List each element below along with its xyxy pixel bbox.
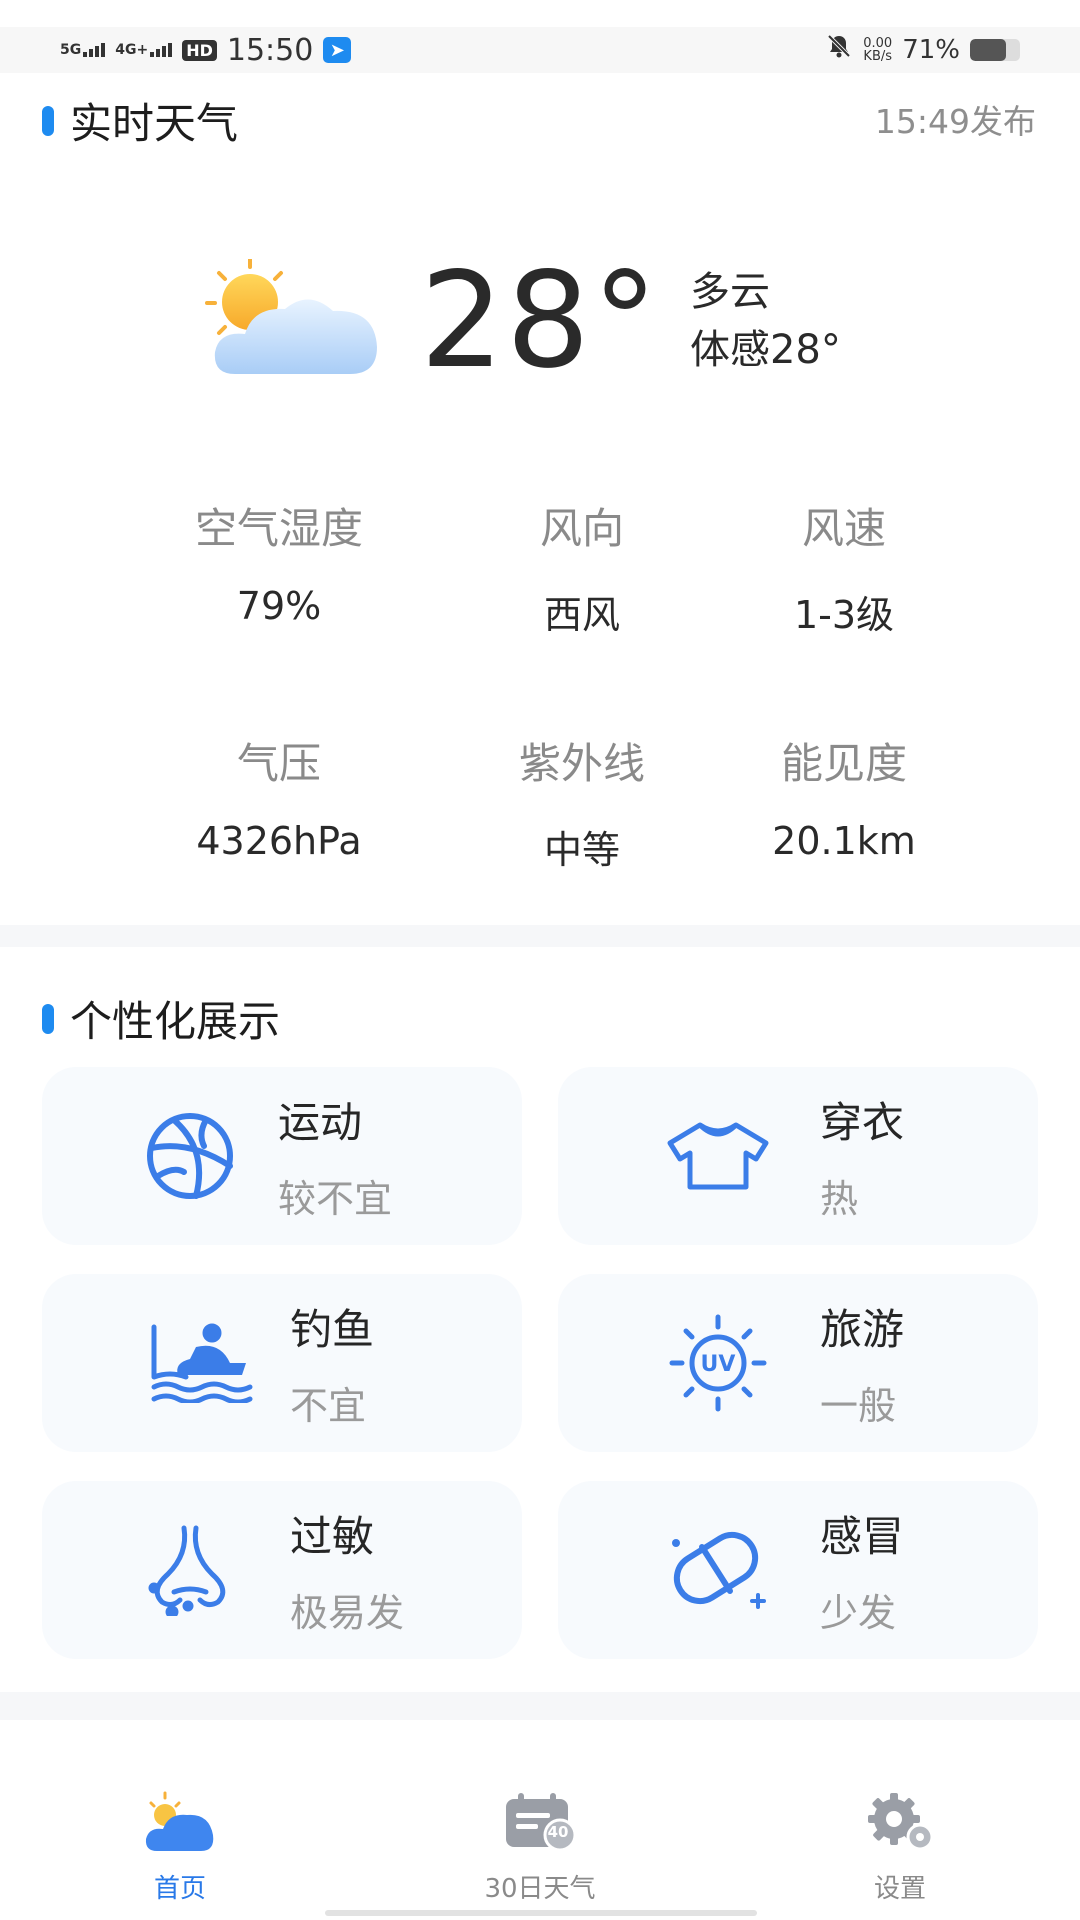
detail-value: 4326hPa: [196, 819, 362, 863]
detail-value: 中等: [543, 828, 620, 872]
mute-bell-icon: [825, 32, 853, 68]
card-text: 旅游 一般: [820, 1296, 904, 1430]
card-allergy[interactable]: 过敏 极易发: [42, 1481, 522, 1659]
card-text: 穿衣 热: [820, 1089, 904, 1223]
card-title: 过敏: [290, 1512, 375, 1561]
card-title: 钓鱼: [290, 1305, 375, 1354]
section-divider: [0, 1692, 1080, 1720]
card-title: 运动: [278, 1098, 363, 1147]
card-subtitle: 一般: [820, 1384, 897, 1428]
calendar-icon: 40: [450, 1782, 630, 1862]
card-subtitle: 极易发: [290, 1591, 405, 1635]
card-clothing[interactable]: 穿衣 热: [558, 1067, 1038, 1245]
realtime-title-text: 实时天气: [70, 99, 239, 148]
svg-text:UV: UV: [701, 1352, 736, 1377]
status-bar: 5G 4G+ HD 15:50 ➤ 0.00 KB/s 71%: [0, 27, 1080, 73]
network-label-2: 4G+: [115, 42, 149, 58]
detail-value: 西风: [543, 593, 620, 637]
card-title: 感冒: [820, 1512, 905, 1561]
temperature: 28°: [420, 244, 660, 398]
app-notification-icon: ➤: [323, 37, 352, 63]
card-subtitle: 较不宜: [278, 1177, 393, 1221]
detail-wind-speed: 风速 1-3级: [714, 495, 974, 639]
current-weather: 28° 多云 体感28°: [205, 255, 841, 387]
detail-label: 能见度: [780, 739, 907, 788]
calendar-badge: 40: [547, 1823, 569, 1841]
network-label-1: 5G: [60, 42, 82, 58]
personal-title-text: 个性化展示: [70, 997, 281, 1046]
card-text: 运动 较不宜: [278, 1089, 392, 1223]
condition-text: 多云: [689, 269, 770, 315]
detail-value: 79%: [236, 584, 322, 628]
fishing-icon: [142, 1303, 262, 1423]
card-text: 钓鱼 不宜: [290, 1296, 374, 1430]
battery-icon: [970, 39, 1020, 61]
detail-pressure: 气压 4326hPa: [149, 730, 409, 863]
condition-block: 多云 体感28°: [690, 263, 841, 379]
card-subtitle: 热: [820, 1177, 859, 1221]
publish-time: 15:49发布: [874, 102, 1036, 141]
network-speed: 0.00 KB/s: [863, 36, 893, 64]
section-divider: [0, 925, 1080, 947]
status-right: 0.00 KB/s 71%: [825, 32, 1020, 68]
detail-uv: 紫外线 中等: [452, 730, 712, 874]
signal-4g-icon: 4G+: [115, 42, 173, 58]
card-title: 穿衣: [820, 1098, 905, 1147]
feels-like: 体感28°: [689, 327, 841, 373]
card-subtitle: 不宜: [290, 1384, 367, 1428]
screen: 5G 4G+ HD 15:50 ➤ 0.00 KB/s 71% 实时天气 15:…: [0, 0, 1080, 1920]
status-left: 5G 4G+ HD 15:50 ➤: [60, 32, 352, 68]
nav-label: 设置: [873, 1874, 926, 1904]
nav-label: 30日天气: [484, 1874, 596, 1904]
card-travel[interactable]: UV 旅游 一般: [558, 1274, 1038, 1452]
detail-value: 1-3级: [793, 593, 895, 637]
card-subtitle: 少发: [820, 1591, 897, 1635]
title-accent-bar: [42, 105, 54, 136]
detail-label: 风速: [801, 504, 886, 553]
card-sport[interactable]: 运动 较不宜: [42, 1067, 522, 1245]
card-title: 旅游: [820, 1305, 905, 1354]
nav-home[interactable]: 首页: [90, 1782, 270, 1905]
detail-label: 气压: [236, 739, 321, 788]
personal-section-title: 个性化展示: [42, 988, 280, 1049]
gear-icon: [810, 1782, 990, 1862]
detail-wind-direction: 风向 西风: [452, 495, 712, 639]
detail-label: 风向: [539, 504, 624, 553]
basketball-icon: [130, 1096, 250, 1216]
signal-5g-icon: 5G: [60, 42, 106, 58]
status-time: 15:50: [226, 32, 314, 68]
card-fishing[interactable]: 钓鱼 不宜: [42, 1274, 522, 1452]
detail-humidity: 空气湿度 79%: [149, 495, 409, 628]
battery-percent: 71%: [902, 35, 960, 65]
detail-label: 空气湿度: [194, 504, 363, 553]
hd-icon: HD: [182, 39, 217, 61]
nav-settings[interactable]: 设置: [810, 1782, 990, 1905]
detail-visibility: 能见度 20.1km: [714, 730, 974, 863]
card-text: 过敏 极易发: [290, 1503, 404, 1637]
title-accent-bar: [42, 1003, 54, 1034]
pill-icon: [658, 1510, 778, 1630]
card-cold[interactable]: 感冒 少发: [558, 1481, 1038, 1659]
card-text: 感冒 少发: [820, 1503, 904, 1637]
home-indicator[interactable]: [325, 1910, 757, 1916]
home-weather-icon: [90, 1782, 270, 1862]
partly-cloudy-icon: [205, 256, 385, 384]
nose-icon: [130, 1510, 250, 1630]
detail-value: 20.1km: [772, 819, 916, 863]
realtime-section-title: 实时天气: [42, 90, 238, 151]
uv-sun-icon: UV: [658, 1303, 778, 1423]
shirt-icon: [658, 1096, 778, 1216]
detail-label: 紫外线: [518, 739, 645, 788]
nav-30day[interactable]: 40 30日天气: [450, 1782, 630, 1905]
nav-label: 首页: [153, 1874, 206, 1904]
bottom-nav: 首页 40 30日天气 设置: [0, 1720, 1080, 1920]
